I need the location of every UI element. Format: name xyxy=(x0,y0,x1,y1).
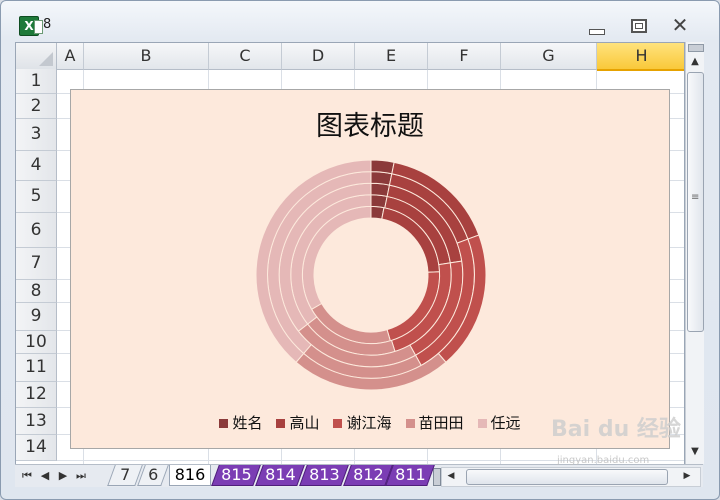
row-header-2[interactable]: 2 xyxy=(16,94,57,119)
scroll-down-icon[interactable]: ▼ xyxy=(687,444,703,460)
sheet-tab-label: 812 xyxy=(352,465,384,484)
legend-label: 谢江海 xyxy=(346,414,392,432)
column-header-b[interactable]: B xyxy=(84,43,209,70)
horizontal-scroll-thumb[interactable] xyxy=(466,469,668,485)
sheet-tab-label: 815 xyxy=(220,465,252,484)
doughnut-chart[interactable]: 图表标题 姓名 高山 谢江海 苗田田 任远 xyxy=(70,89,670,449)
legend-swatch xyxy=(405,419,415,428)
row-header-4[interactable]: 4 xyxy=(16,151,57,181)
scroll-up-icon[interactable]: ▲ xyxy=(687,54,703,70)
column-header-c[interactable]: C xyxy=(209,43,282,70)
column-header-e[interactable]: E xyxy=(355,43,428,70)
minimize-icon xyxy=(589,29,605,35)
legend-swatch xyxy=(276,419,286,428)
legend-swatch xyxy=(333,419,343,428)
row-header-8[interactable]: 8 xyxy=(16,280,57,303)
prev-sheet-icon[interactable]: ◀ xyxy=(37,468,53,484)
minimize-button[interactable] xyxy=(581,13,611,37)
row-header-14[interactable]: 14 xyxy=(16,435,57,461)
close-button[interactable]: ✕ xyxy=(665,13,695,37)
column-header-g[interactable]: G xyxy=(501,43,597,70)
sheet-tab-label: 814 xyxy=(264,465,296,484)
gridline xyxy=(57,460,684,461)
row-header-9[interactable]: 9 xyxy=(16,303,57,331)
window-title: 8 xyxy=(43,17,52,32)
tab-split-handle[interactable] xyxy=(433,468,441,486)
sheet-tab-label: 7 xyxy=(120,465,131,484)
legend-label: 姓名 xyxy=(232,414,263,432)
sheet-tab-label: 6 xyxy=(148,465,159,484)
sheet-tab-bar: ⏮ ◀ ▶ ⏭ ◀ ▶ 7 6 816 815 814 813 812 811 xyxy=(15,464,703,487)
last-sheet-icon[interactable]: ⏭ xyxy=(73,468,89,484)
vertical-split-handle[interactable] xyxy=(688,44,704,52)
title-bar: X 8 ✕ xyxy=(1,1,719,41)
chart-legend[interactable]: 姓名 高山 谢江海 苗田田 任远 xyxy=(71,412,669,433)
sheet-tab-label: 811 xyxy=(394,465,426,484)
sheet-tab-814[interactable]: 814 xyxy=(255,465,305,486)
legend-swatch xyxy=(219,419,229,428)
legend-item[interactable]: 任远 xyxy=(477,412,521,433)
row-header-10[interactable]: 10 xyxy=(16,331,57,354)
maximize-icon xyxy=(631,19,647,33)
vertical-scrollbar[interactable]: ▲ ▼ xyxy=(685,42,704,464)
row-header-13[interactable]: 13 xyxy=(16,408,57,435)
column-header-d[interactable]: D xyxy=(282,43,355,70)
doughnut-slice[interactable] xyxy=(370,182,391,198)
vertical-scroll-thumb[interactable] xyxy=(687,72,704,332)
row-header-12[interactable]: 12 xyxy=(16,382,57,408)
sheet-tab-815[interactable]: 815 xyxy=(211,465,261,486)
row-header-6[interactable]: 6 xyxy=(16,213,57,248)
excel-window: X 8 ✕ ABCDEFGH1234567891011121314 ▲ ▼ ⏮ … xyxy=(0,0,720,500)
horizontal-scrollbar[interactable]: ◀ ▶ xyxy=(441,467,701,487)
scroll-left-icon[interactable]: ◀ xyxy=(444,469,458,483)
row-header-3[interactable]: 3 xyxy=(16,119,57,151)
chart-plot xyxy=(255,159,487,391)
row-header-11[interactable]: 11 xyxy=(16,354,57,382)
sheet-tab-813[interactable]: 813 xyxy=(299,465,349,486)
legend-item[interactable]: 谢江海 xyxy=(333,412,392,433)
sheet-tab-6[interactable]: 6 xyxy=(137,465,169,486)
row-header-7[interactable]: 7 xyxy=(16,248,57,280)
column-header-h[interactable]: H xyxy=(597,43,684,71)
select-all-corner[interactable] xyxy=(16,43,57,70)
legend-swatch xyxy=(477,419,487,428)
legend-label: 高山 xyxy=(289,414,320,432)
legend-item[interactable]: 高山 xyxy=(276,412,319,433)
maximize-button[interactable] xyxy=(623,13,653,37)
sheet-tab-811[interactable]: 811 xyxy=(385,465,435,486)
row-header-5[interactable]: 5 xyxy=(16,181,57,213)
next-sheet-icon[interactable]: ▶ xyxy=(55,468,71,484)
legend-label: 任远 xyxy=(490,414,521,432)
doughnut-slice[interactable] xyxy=(370,159,395,175)
sheet-tab-816[interactable]: 816 xyxy=(169,465,211,486)
sheet-tab-label: 813 xyxy=(308,465,340,484)
first-sheet-icon[interactable]: ⏮ xyxy=(19,468,35,484)
row-header-1[interactable]: 1 xyxy=(16,69,57,94)
legend-label: 苗田田 xyxy=(418,414,464,432)
close-icon: ✕ xyxy=(671,13,689,37)
column-header-f[interactable]: F xyxy=(428,43,501,70)
column-header-a[interactable]: A xyxy=(57,43,84,70)
excel-icon: X xyxy=(19,16,43,36)
legend-item[interactable]: 苗田田 xyxy=(405,412,464,433)
sheet-tab-label: 816 xyxy=(174,465,206,484)
legend-item[interactable]: 姓名 xyxy=(219,412,262,433)
scroll-right-icon[interactable]: ▶ xyxy=(680,469,694,483)
